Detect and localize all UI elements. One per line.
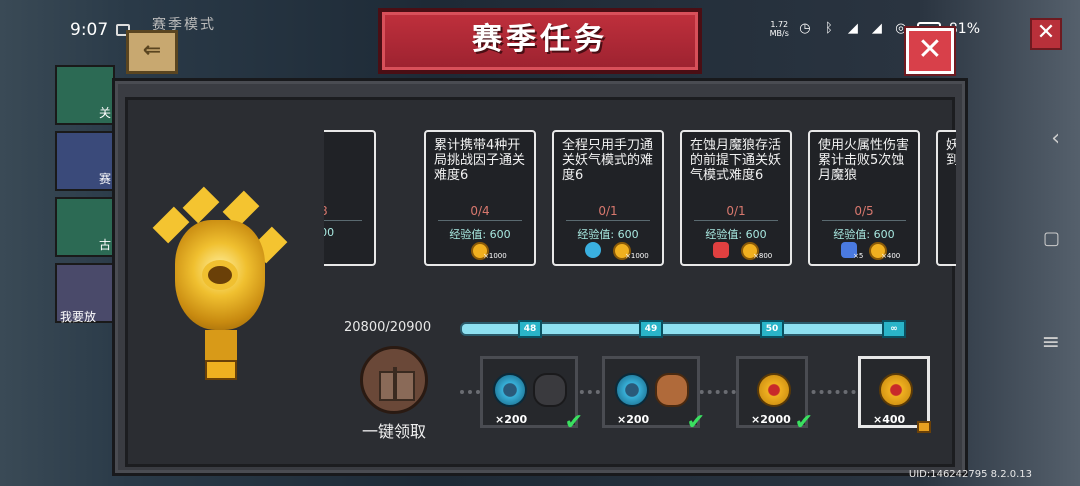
task-list[interactable]: 戏中 级加 6/18 18 : 400 累计携带4种开局挑战因子通关难度6 0/4 经验值… <box>324 130 956 270</box>
background-tab: 赛 <box>55 131 115 191</box>
task-exp-reward: 经验值: 600 <box>449 228 511 241</box>
task-reward-items: ×1000 <box>554 242 662 260</box>
blue-gem-icon <box>615 373 649 407</box>
close-button[interactable]: ✕ <box>906 28 954 74</box>
claim-all-label: 一键领取 <box>361 422 426 441</box>
reward-quantity: ×5 <box>853 252 864 260</box>
task-exp-reward: : 400 <box>324 226 335 239</box>
task-description: 戏中 级加 6/18 <box>324 138 370 183</box>
uid-version-label: UID:146242795 8.2.0.13 <box>908 469 1032 480</box>
swirl-icon <box>585 242 603 260</box>
reward-quantity: ×1000 <box>625 252 649 260</box>
level-badge: 50 <box>760 320 784 338</box>
background-tab-caption: 我要放 <box>60 310 97 324</box>
meat-icon <box>655 373 689 407</box>
gold-coin-icon: ×1000 <box>613 242 649 260</box>
level-badge: 49 <box>639 320 663 338</box>
ore-icon <box>533 373 567 407</box>
task-progress: 0/1 <box>726 204 746 218</box>
page-title: 赛季任务 <box>378 8 702 74</box>
mushroom-icon <box>713 242 731 260</box>
task-progress: 0/1 <box>598 204 618 218</box>
task-exp-reward: 经验值: 600 <box>833 228 895 241</box>
check-icon: ✔ <box>564 410 583 435</box>
gold-coin-icon <box>757 373 791 407</box>
gift-box-icon <box>360 346 428 414</box>
task-card[interactable]: 妖 到 <box>936 130 956 266</box>
task-card[interactable]: 使用火属性伤害累计击败5次蚀月魔狼 0/5 经验值: 600 ×5 ×400 <box>808 130 920 266</box>
claim-all-button[interactable]: 一键领取 <box>356 346 432 442</box>
back-button[interactable]: ⇐ <box>126 30 178 74</box>
task-description: 妖 到 <box>946 138 956 168</box>
outer-close-button[interactable]: ✕ <box>1030 18 1062 50</box>
reward-quantity: ×400 <box>881 252 901 260</box>
task-divider <box>694 220 778 221</box>
reward-quantity: ×200 <box>495 413 528 426</box>
task-card[interactable]: 在蚀月魔狼存活的前提下通关妖气模式难度6 0/1 经验值: 600 ×800 <box>680 130 792 266</box>
background-tab: 关 <box>55 65 115 125</box>
network-speed: 1.72 MB/s <box>769 20 789 38</box>
level-badge: 48 <box>518 320 542 338</box>
gold-coin-icon: ×400 <box>869 242 900 260</box>
task-exp-reward: 经验值: 600 <box>705 228 767 241</box>
task-progress: 18 <box>324 204 374 218</box>
background-tab: 古 <box>55 197 115 257</box>
potion-icon: ×5 <box>841 242 863 260</box>
background-side-tabs: 关 赛 古 <box>55 65 115 329</box>
nav-home-icon[interactable]: ▢ <box>1043 228 1060 249</box>
nav-menu-icon[interactable]: ≡ <box>1042 330 1060 355</box>
reward-tier[interactable]: ×200 ✔ <box>480 356 583 435</box>
reward-quantity: ×200 <box>617 413 650 426</box>
task-description: 使用火属性伤害累计击败5次蚀月魔狼 <box>818 138 910 183</box>
task-reward-items: ×1000 <box>426 242 534 260</box>
reward-tier[interactable]: ×400 <box>858 356 931 433</box>
reward-quantity: ×800 <box>753 252 773 260</box>
task-divider <box>566 220 650 221</box>
task-card[interactable]: 累计携带4种开局挑战因子通关难度6 0/4 经验值: 600 ×1000 <box>424 130 536 266</box>
task-divider <box>438 220 522 221</box>
task-reward-items: ×5 ×400 <box>810 242 918 260</box>
signal-5g-icon-2: ◢ <box>871 21 882 36</box>
season-trophy-icon <box>150 180 290 380</box>
task-description: 全程只用手刀通关妖气模式的难度6 <box>562 138 654 183</box>
reward-quantity: ×2000 <box>751 413 791 426</box>
reward-quantity: ×1000 <box>483 252 507 260</box>
season-exp-label: 20800/20900 <box>344 320 432 335</box>
task-exp-reward: 经验值: 600 <box>577 228 639 241</box>
gold-coin-icon: ×1000 <box>471 242 507 260</box>
blue-gem-icon <box>493 373 527 407</box>
gold-coin-icon <box>879 373 913 407</box>
level-badge-infinite: ∞ <box>882 320 906 338</box>
task-card[interactable]: 戏中 级加 6/18 18 : 400 <box>324 130 376 266</box>
reward-tier[interactable]: ×200 ✔ <box>602 356 705 435</box>
task-progress: 0/4 <box>470 204 490 218</box>
gold-coin-icon: ×800 <box>741 242 772 260</box>
signal-5g-icon: ◢ <box>847 21 858 36</box>
nav-back-icon[interactable]: ‹ <box>1051 126 1060 151</box>
task-divider <box>822 220 906 221</box>
reward-tier[interactable]: ×2000 ✔ <box>736 356 813 435</box>
task-description: 在蚀月魔狼存活的前提下通关妖气模式难度6 <box>690 138 782 183</box>
task-progress: 0/5 <box>854 204 874 218</box>
check-icon: ✔ <box>794 410 813 435</box>
task-card[interactable]: 全程只用手刀通关妖气模式的难度6 0/1 经验值: 600 ×1000 <box>552 130 664 266</box>
status-time: 9:07 <box>70 20 109 40</box>
task-description: 累计携带4种开局挑战因子通关难度6 <box>434 138 526 183</box>
task-divider <box>324 220 362 221</box>
alarm-icon: ◷ <box>799 21 811 36</box>
check-icon: ✔ <box>686 410 705 435</box>
task-reward-items: ×800 <box>682 242 790 260</box>
lock-icon <box>917 421 931 433</box>
reward-quantity: ×400 <box>873 413 906 426</box>
bluetooth-icon: ᛒ <box>824 21 833 36</box>
